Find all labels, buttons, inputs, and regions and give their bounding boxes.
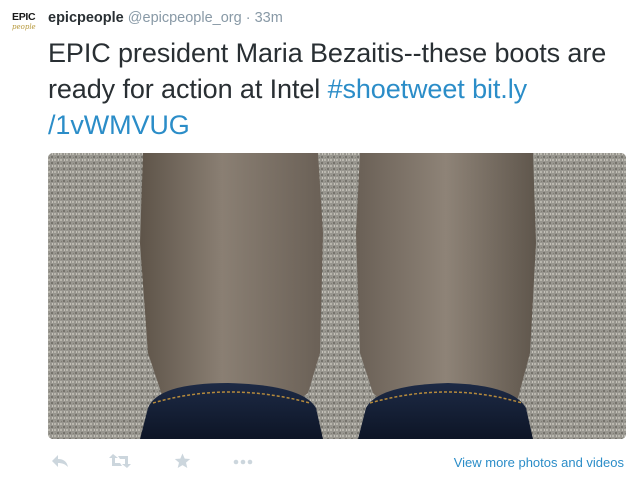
hashtag-link[interactable]: #shoetweet xyxy=(328,74,465,104)
timestamp[interactable]: 33m xyxy=(255,10,283,26)
retweet-icon[interactable] xyxy=(109,453,131,474)
display-name[interactable]: epicpeople xyxy=(48,10,124,26)
star-icon[interactable] xyxy=(174,453,191,474)
reply-icon[interactable] xyxy=(51,453,69,474)
tweet-header: epicpeople @epicpeople_org · 33m xyxy=(48,10,283,26)
avatar[interactable]: EPIC people xyxy=(12,12,42,42)
tweet-text: EPIC president Maria Bezaitis--these boo… xyxy=(48,35,633,143)
separator: · xyxy=(245,10,251,26)
short-url-part2: /1vWMVUG xyxy=(48,110,190,140)
avatar-logo-subtext: people xyxy=(12,22,36,31)
short-url-part1: bit.ly xyxy=(472,74,527,104)
boots-photo-image xyxy=(48,153,626,439)
user-handle[interactable]: @epicpeople_org xyxy=(128,10,242,26)
more-dots-icon[interactable] xyxy=(233,453,253,474)
tweet-photo[interactable] xyxy=(48,153,626,439)
view-more-photos-link[interactable]: View more photos and videos xyxy=(454,455,624,470)
avatar-logo-text: EPIC xyxy=(12,11,36,23)
